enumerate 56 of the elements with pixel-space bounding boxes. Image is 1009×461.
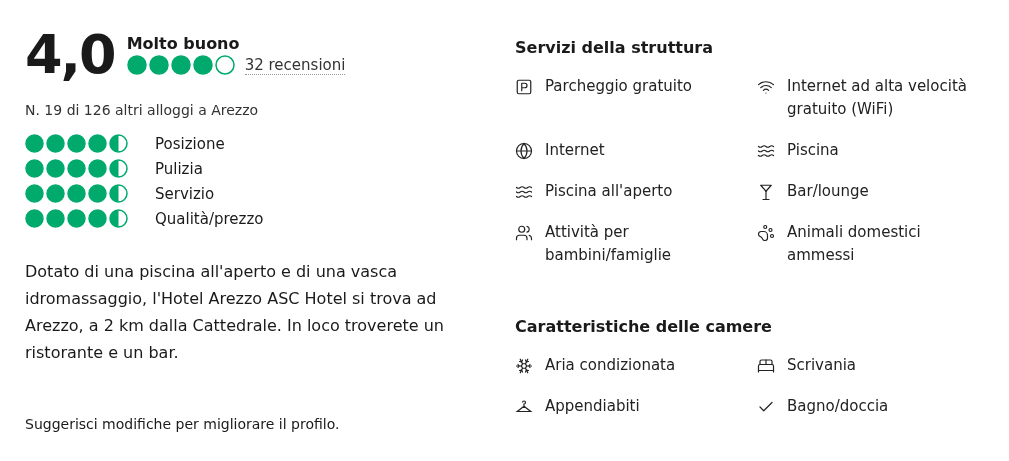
- amenity-label: Internet ad alta velocità gratuito (WiFi): [787, 76, 968, 120]
- rating-bubble-icon: [109, 134, 128, 153]
- rating-score: 4,0: [25, 28, 115, 82]
- globe-icon: [515, 142, 533, 160]
- rating-bubble-icon: [126, 55, 147, 75]
- amenity-label: Bagno/doccia: [787, 396, 889, 417]
- ranking-text: N. 19 di 126 altri alloggi a Arezzo: [25, 102, 260, 118]
- subrating-label: Pulizia: [155, 159, 203, 178]
- rating-bubble-icon: [25, 184, 44, 203]
- rating-bubble-icon: [67, 159, 86, 178]
- rating-bubble-icon: [46, 159, 65, 178]
- rating-bubble-icon: [109, 184, 128, 203]
- section-title: Caratteristiche delle camere: [515, 317, 773, 336]
- rating-bubble-icon: [25, 134, 44, 153]
- bed-icon: [757, 357, 775, 375]
- amenity-label: Aria condizionata: [545, 355, 676, 376]
- amenity-label: Piscina all'aperto: [545, 181, 673, 202]
- rating-bubble-icon: [25, 159, 44, 178]
- rating-bubble-icon: [88, 159, 107, 178]
- suggest-edits-link[interactable]: Suggerisci modifiche per migliorare il profilo.: [25, 416, 475, 432]
- rating-bubble-icon: [109, 209, 128, 228]
- section-title: Servizi della struttura: [515, 38, 714, 57]
- rating-bubble-icon: [46, 184, 65, 203]
- rating-bubble-icon: [46, 134, 65, 153]
- parking-icon: [515, 78, 533, 96]
- people-icon: [515, 224, 533, 242]
- amenity-label: Parcheggio gratuito: [545, 76, 693, 97]
- rating-bubble-icon: [170, 55, 191, 75]
- paw-icon: [757, 224, 775, 242]
- amenity-label: Animali domestici ammessi: [787, 222, 922, 266]
- rating-label: Molto buono: [126, 34, 241, 53]
- subrating-label: Posizione: [155, 134, 225, 153]
- rating-bubble-icon: [46, 209, 65, 228]
- rating-bubble-icon: [25, 209, 44, 228]
- amenity-label: Piscina: [787, 140, 839, 161]
- description-text: Dotato di una piscina all'aperto e di una vasca idromassaggio, l'Hotel Arezzo ASC Hotel si trova ad Arezzo, a 2 km dalla Cattedrale. In loco troverete un ristorante e un bar.: [25, 261, 445, 364]
- amenity-label: Bar/lounge: [787, 181, 869, 202]
- subrating-label: Qualità/prezzo: [155, 209, 264, 228]
- rating-bubble-icon: [67, 134, 86, 153]
- snowflake-icon: [515, 357, 533, 375]
- rating-bubble-icon: [67, 184, 86, 203]
- rating-bubble-icon: [192, 55, 213, 75]
- amenity-label: Scrivania: [787, 355, 857, 376]
- rating-bubble-icon: [148, 55, 169, 75]
- amenity-label: Attività per bambini/famiglie: [545, 222, 673, 266]
- rating-bubble-icon: [88, 134, 107, 153]
- rating-bubble-icon: [109, 159, 128, 178]
- reviews-link[interactable]: 32 recensioni: [244, 55, 346, 75]
- rating-bubble-icon: [67, 209, 86, 228]
- rating-bubble-icon: [214, 55, 235, 75]
- rating-bubble-icon: [88, 184, 107, 203]
- amenity-label: Internet: [545, 140, 605, 161]
- cocktail-icon: [757, 183, 775, 201]
- rating-bubble-icon: [88, 209, 107, 228]
- amenity-label: Appendiabiti: [545, 396, 640, 417]
- subrating-label: Servizio: [155, 184, 215, 203]
